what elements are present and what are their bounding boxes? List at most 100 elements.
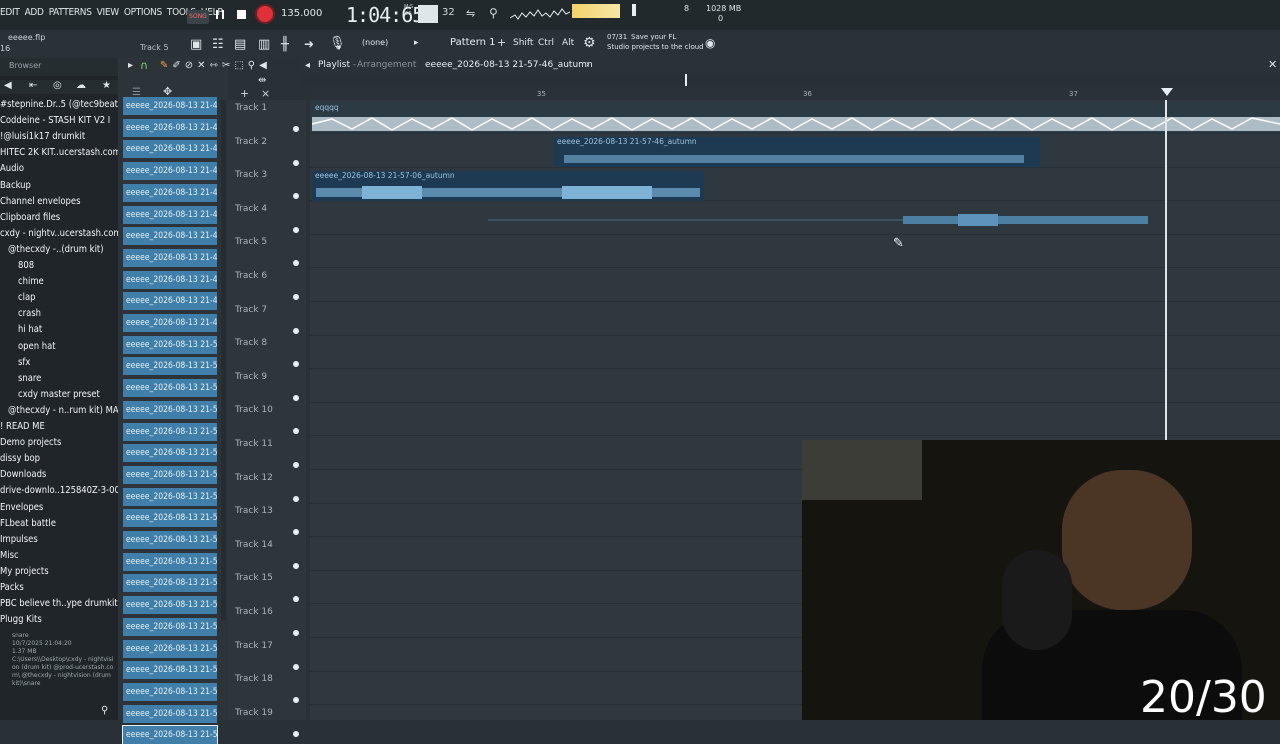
browser-search-icon[interactable]: ◎: [53, 80, 62, 91]
track-mute-led[interactable]: [293, 495, 299, 502]
track-name[interactable]: Track 3: [235, 170, 267, 180]
track-mute-led[interactable]: [293, 663, 299, 670]
browser-item[interactable]: Misc: [0, 550, 118, 566]
piano-roll-icon[interactable]: ▤: [234, 37, 246, 52]
next-pattern-icon[interactable]: ▸: [414, 38, 419, 48]
track-name[interactable]: Track 9: [235, 372, 267, 382]
browser-item[interactable]: Backup: [0, 180, 118, 196]
pattern-item[interactable]: eeeee_2026-08-13 21-5..: [123, 661, 217, 680]
track-name[interactable]: Track 12: [235, 473, 273, 483]
paint-icon[interactable]: ✐: [172, 60, 180, 71]
browser-item[interactable]: Impulses: [0, 534, 118, 550]
pattern-item[interactable]: eeeee_2026-08-13 21-4..: [123, 270, 217, 289]
pattern-item[interactable]: eeeee_2026-08-13 21-5..: [123, 617, 217, 636]
pattern-item[interactable]: eeeee_2026-08-13 21-5..: [123, 682, 217, 701]
pattern-item[interactable]: eeeee_2026-08-13 21-5..: [123, 422, 217, 441]
pattern-item[interactable]: eeeee_2026-08-13 21-4..: [123, 183, 217, 202]
track-name[interactable]: Track 15: [235, 573, 273, 583]
loop-icon[interactable]: ⇋: [466, 7, 475, 20]
pattern-item[interactable]: eeeee_2026-08-13 21-5..: [123, 400, 217, 419]
pattern-item[interactable]: eeeee_2026-08-13 21-5..: [123, 357, 217, 376]
browser-item[interactable]: crash: [0, 308, 136, 324]
song-mode-toggle[interactable]: SONG: [187, 10, 209, 24]
pattern-item[interactable]: eeeee_2026-08-13 21-5..: [123, 509, 217, 528]
browser-item[interactable]: sfx: [0, 357, 136, 373]
track-lane[interactable]: [310, 302, 1280, 336]
menu-add[interactable]: ADD: [25, 7, 44, 18]
delete-icon[interactable]: ⊘: [185, 60, 193, 71]
add-pattern-icon[interactable]: +: [497, 36, 506, 49]
track-name[interactable]: Track 5: [235, 237, 267, 247]
slice-icon[interactable]: ✂: [222, 60, 230, 71]
track-name[interactable]: Track 13: [235, 506, 273, 516]
browser-item[interactable]: dissy bop: [0, 453, 118, 469]
pattern-item[interactable]: eeeee_2026-08-13 21-5..: [123, 444, 217, 463]
step-32-icon[interactable]: 32: [442, 7, 455, 18]
track-mute-led[interactable]: [293, 562, 299, 569]
pattern-item[interactable]: eeeee_2026-08-13 21-5..: [123, 596, 217, 615]
stop-icon[interactable]: [237, 10, 246, 19]
track-name[interactable]: Track 11: [235, 439, 273, 449]
browser-item[interactable]: Demo projects: [0, 437, 118, 453]
pattern-item[interactable]: eeeee_2026-08-13 21-5..: [123, 379, 217, 398]
menu-options[interactable]: OPTIONS: [124, 7, 162, 18]
pattern-item[interactable]: eeeee_2026-08-13 21-5..: [123, 465, 217, 484]
browser-item[interactable]: PBC believe th..ype drumkit 1: [0, 598, 118, 614]
pattern-item[interactable]: eeeee_2026-08-13 21-5..: [123, 335, 217, 354]
track-name[interactable]: Track 10: [235, 405, 273, 415]
browser-collapse-icon[interactable]: ⇤: [29, 80, 37, 91]
track-lane[interactable]: [310, 335, 1280, 370]
channel-rack-icon[interactable]: ☷: [212, 37, 224, 52]
pencil-icon[interactable]: ✎: [160, 60, 168, 71]
news-line-2[interactable]: Studio projects to the cloud: [607, 43, 704, 51]
track-name[interactable]: Track 6: [235, 271, 267, 281]
channel-select[interactable]: (none): [362, 38, 388, 47]
microphone-icon[interactable]: 🎙: [329, 36, 346, 51]
track-name[interactable]: Track 16: [235, 607, 273, 617]
alt-key[interactable]: Alt: [562, 38, 574, 48]
track-name[interactable]: Track 19: [235, 708, 273, 718]
remove-track-icon[interactable]: ×: [261, 87, 270, 100]
track-mute-led[interactable]: [293, 730, 299, 737]
arrow-icon[interactable]: ➜: [304, 37, 314, 51]
track-name[interactable]: Track 14: [235, 540, 273, 550]
mute-icon[interactable]: ✕: [197, 60, 205, 71]
online-icon[interactable]: ◉: [705, 36, 715, 50]
track-mute-led[interactable]: [293, 159, 299, 166]
browser-item[interactable]: cxdy master preset: [0, 389, 136, 405]
pattern-item[interactable]: eeeee_2026-08-13 21-4..: [123, 140, 217, 159]
overview-strip[interactable]: [300, 74, 1280, 86]
playlist-menu-icon[interactable]: ▸: [128, 60, 133, 71]
zoom-icon[interactable]: ⚲: [248, 60, 255, 71]
track-name[interactable]: Track 1: [235, 103, 267, 113]
browser-cloud-icon[interactable]: ☁: [76, 80, 86, 91]
tempo-tap-icon[interactable]: ⚲: [489, 6, 498, 20]
menu-patterns[interactable]: PATTERNS: [49, 7, 92, 18]
browser-item[interactable]: 808: [0, 260, 136, 276]
track-name[interactable]: Track 7: [235, 305, 267, 315]
pattern-selector[interactable]: Pattern 1: [450, 37, 496, 48]
track-name[interactable]: Track 8: [235, 338, 267, 348]
track-mute-led[interactable]: [293, 327, 299, 334]
browser-search-icon-bottom[interactable]: ⚲: [101, 705, 108, 716]
plugin-icon[interactable]: ╫: [281, 37, 289, 52]
metronome-icon[interactable]: [418, 5, 438, 23]
track-4-automation[interactable]: [488, 210, 1148, 230]
browser-item[interactable]: cxdy - nightv..ucerstash.com: [0, 228, 118, 244]
pattern-item[interactable]: eeeee_2026-08-13 21-4..: [123, 314, 217, 332]
magnet-icon[interactable]: ∩: [140, 59, 148, 72]
ctrl-key[interactable]: Ctrl: [538, 38, 554, 48]
browser-item[interactable]: My projects: [0, 566, 118, 582]
browser-item[interactable]: drive-downlo..125840Z-3-001: [0, 485, 118, 501]
track-name[interactable]: Track 17: [235, 641, 273, 651]
track-lane[interactable]: [310, 268, 1280, 302]
browser-item[interactable]: snare: [0, 373, 136, 389]
browser-item[interactable]: @thecxdy - n..rum kit) MAC: [0, 405, 126, 421]
browser-item[interactable]: Clipboard files: [0, 212, 118, 228]
track-lane[interactable]: [310, 234, 1280, 269]
browser-item[interactable]: ! READ ME: [0, 421, 118, 437]
mixer-icon[interactable]: ▥: [258, 37, 270, 52]
add-track-icon[interactable]: +: [240, 87, 249, 100]
track-lane[interactable]: [310, 369, 1280, 403]
browser-item[interactable]: Coddeine - STASH KIT V2 I: [0, 115, 118, 131]
